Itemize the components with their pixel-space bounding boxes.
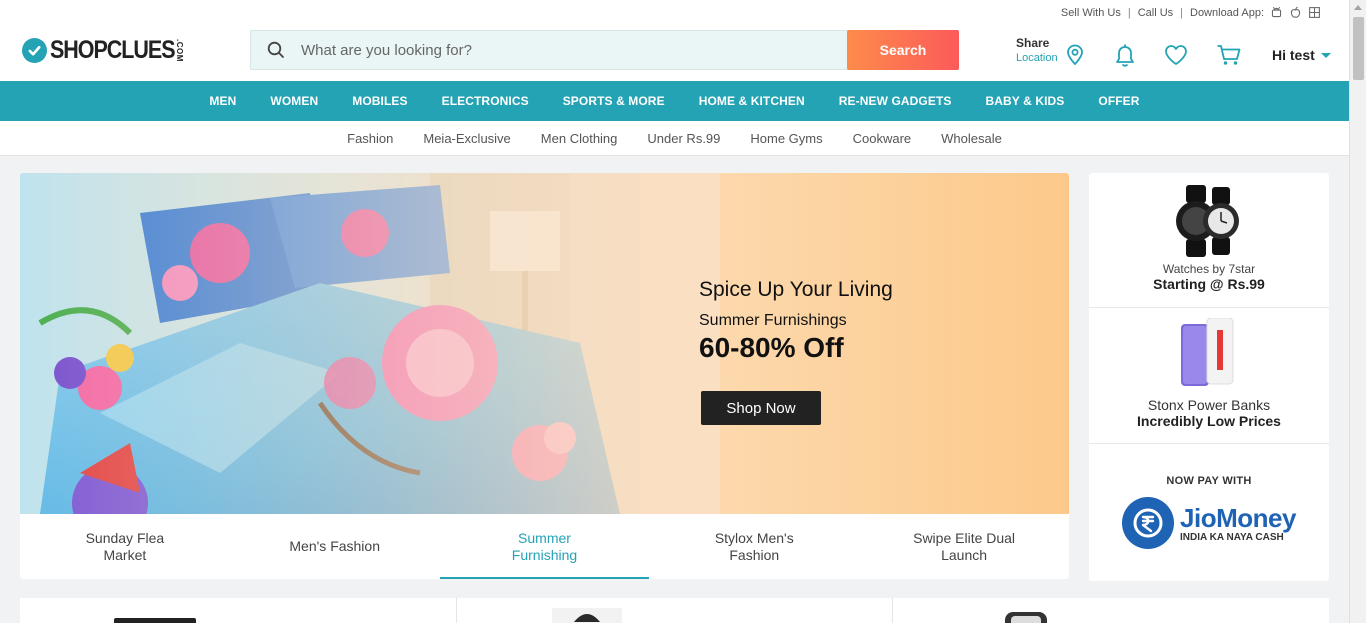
share-location[interactable]: Share Location — [1016, 36, 1058, 66]
subcategory-nav: Fashion Meia-Exclusive Men Clothing Unde… — [0, 121, 1349, 156]
product-image — [114, 618, 196, 623]
hero-discount: 60-80% Off — [699, 332, 844, 363]
category-nav: MEN WOMEN MOBILES ELECTRONICS SPORTS & M… — [0, 81, 1349, 121]
cart-icon[interactable] — [1216, 44, 1242, 66]
hero-subtitle: Summer Furnishings — [699, 312, 847, 329]
jiomoney-brand: JioMoney — [1180, 503, 1296, 533]
carousel-tab-active[interactable]: Summer Furnishing — [439, 514, 650, 579]
carousel-tab[interactable]: Swipe Elite Dual Launch — [859, 514, 1069, 579]
chevron-down-icon — [1320, 52, 1331, 58]
page-scrollbar[interactable] — [1349, 0, 1366, 623]
carousel-tab-label: Sunday Flea Market — [85, 529, 165, 563]
logo-suffix: .COM — [174, 39, 184, 62]
watches-promo[interactable]: Watches by 7star Starting @ Rs.99 — [1089, 173, 1329, 308]
heart-icon[interactable] — [1164, 44, 1188, 66]
subnav-cookware[interactable]: Cookware — [853, 131, 912, 146]
carousel-tab[interactable]: Stylox Men's Fashion — [649, 514, 859, 579]
nav-electronics[interactable]: ELECTRONICS — [442, 94, 529, 108]
carousel-tab[interactable]: Men's Fashion — [230, 514, 440, 579]
utility-links: Sell With Us | Call Us | Download App: — [1061, 6, 1321, 19]
search-icon — [251, 41, 301, 59]
jiomoney-promo[interactable]: NOW PAY WITH JioMoney INDIA KA NAYA CASH — [1089, 444, 1329, 581]
logo-wordmark: SHOPCLUES — [50, 36, 176, 64]
subnav-home-gyms[interactable]: Home Gyms — [750, 131, 822, 146]
powerbank-image — [1181, 317, 1234, 386]
watches-image — [1176, 185, 1239, 257]
user-greeting: Hi test — [1272, 47, 1315, 63]
hero-carousel: Spice Up Your Living Summer Furnishings … — [20, 173, 1069, 579]
nav-renew-gadgets[interactable]: RE-NEW GADGETS — [839, 94, 952, 108]
subnav-under-rs99[interactable]: Under Rs.99 — [647, 131, 720, 146]
carousel-tab[interactable]: Sunday Flea Market — [20, 514, 230, 579]
site-logo[interactable]: SHOPCLUES .COM — [22, 36, 184, 65]
subnav-fashion[interactable]: Fashion — [347, 131, 393, 146]
bedding-illustration — [20, 173, 720, 514]
android-icon[interactable] — [1270, 6, 1283, 19]
powerbank-caption: Stonx Power Banks — [1147, 397, 1271, 413]
nav-offer[interactable]: OFFER — [1098, 94, 1139, 108]
bell-icon[interactable] — [1113, 43, 1137, 69]
nav-sports-more[interactable]: SPORTS & MORE — [563, 94, 665, 108]
hero-copy: Spice Up Your Living Summer Furnishings … — [699, 278, 893, 364]
powerbank-offer: Incredibly Low Prices — [1137, 413, 1281, 429]
product-image — [1005, 612, 1048, 623]
carousel-tab-label: Summer Furnishing — [511, 529, 578, 563]
carousel-tab-label: Swipe Elite Dual Launch — [913, 529, 1016, 563]
subnav-meia-exclusive[interactable]: Meia-Exclusive — [423, 131, 510, 146]
search-button[interactable]: Search — [847, 30, 959, 70]
nav-mobiles[interactable]: MOBILES — [352, 94, 407, 108]
checkmark-icon — [22, 38, 47, 63]
watches-caption: Watches by 7star — [1162, 262, 1256, 276]
sell-with-us-link[interactable]: Sell With Us — [1061, 7, 1121, 19]
site-header: Sell With Us | Call Us | Download App: S… — [0, 0, 1349, 81]
nav-men[interactable]: MEN — [209, 94, 236, 108]
apple-icon[interactable] — [1289, 6, 1302, 19]
nav-women[interactable]: WOMEN — [270, 94, 318, 108]
powerbank-promo[interactable]: Stonx Power Banks Incredibly Low Prices — [1089, 308, 1329, 444]
subnav-men-clothing[interactable]: Men Clothing — [541, 131, 618, 146]
divider: | — [1127, 6, 1131, 19]
watches-offer: Starting @ Rs.99 — [1153, 276, 1265, 292]
side-promos: Watches by 7star Starting @ Rs.99 Stonx … — [1089, 173, 1329, 581]
product-card[interactable] — [20, 598, 457, 623]
carousel-tabs: Sunday Flea Market Men's Fashion Summer … — [20, 514, 1069, 579]
product-card[interactable] — [457, 598, 894, 623]
jiomoney-logo: JioMoney INDIA KA NAYA CASH — [1089, 497, 1329, 549]
product-card[interactable] — [893, 598, 1329, 623]
shop-now-button[interactable]: Shop Now — [701, 391, 821, 425]
location-pin-icon[interactable] — [1066, 44, 1084, 66]
user-menu[interactable]: Hi test — [1272, 47, 1331, 63]
hero-title: Spice Up Your Living — [699, 278, 893, 301]
nav-baby-kids[interactable]: BABY & KIDS — [986, 94, 1065, 108]
download-app-label: Download App: — [1190, 6, 1264, 19]
rupee-icon — [1122, 497, 1175, 549]
subnav-wholesale[interactable]: Wholesale — [941, 131, 1002, 146]
scroll-up-arrow[interactable] — [1354, 5, 1362, 10]
call-us-link[interactable]: Call Us — [1138, 7, 1173, 19]
divider: | — [1180, 6, 1183, 19]
windows-icon[interactable] — [1308, 6, 1321, 19]
location-label: Location — [1016, 52, 1058, 64]
scrollbar-thumb[interactable] — [1353, 17, 1364, 80]
hero-banner[interactable]: Spice Up Your Living Summer Furnishings … — [20, 173, 1069, 514]
carousel-tab-label: Men's Fashion — [289, 538, 380, 554]
search-bar: Search — [250, 30, 959, 70]
product-image — [551, 608, 622, 623]
product-strip — [20, 598, 1329, 623]
jiomoney-tagline: INDIA KA NAYA CASH — [1180, 532, 1284, 543]
pay-label: NOW PAY WITH — [1166, 475, 1252, 487]
nav-home-kitchen[interactable]: HOME & KITCHEN — [699, 94, 805, 108]
carousel-tab-label: Stylox Men's Fashion — [714, 529, 794, 563]
share-label: Share — [1016, 36, 1050, 50]
